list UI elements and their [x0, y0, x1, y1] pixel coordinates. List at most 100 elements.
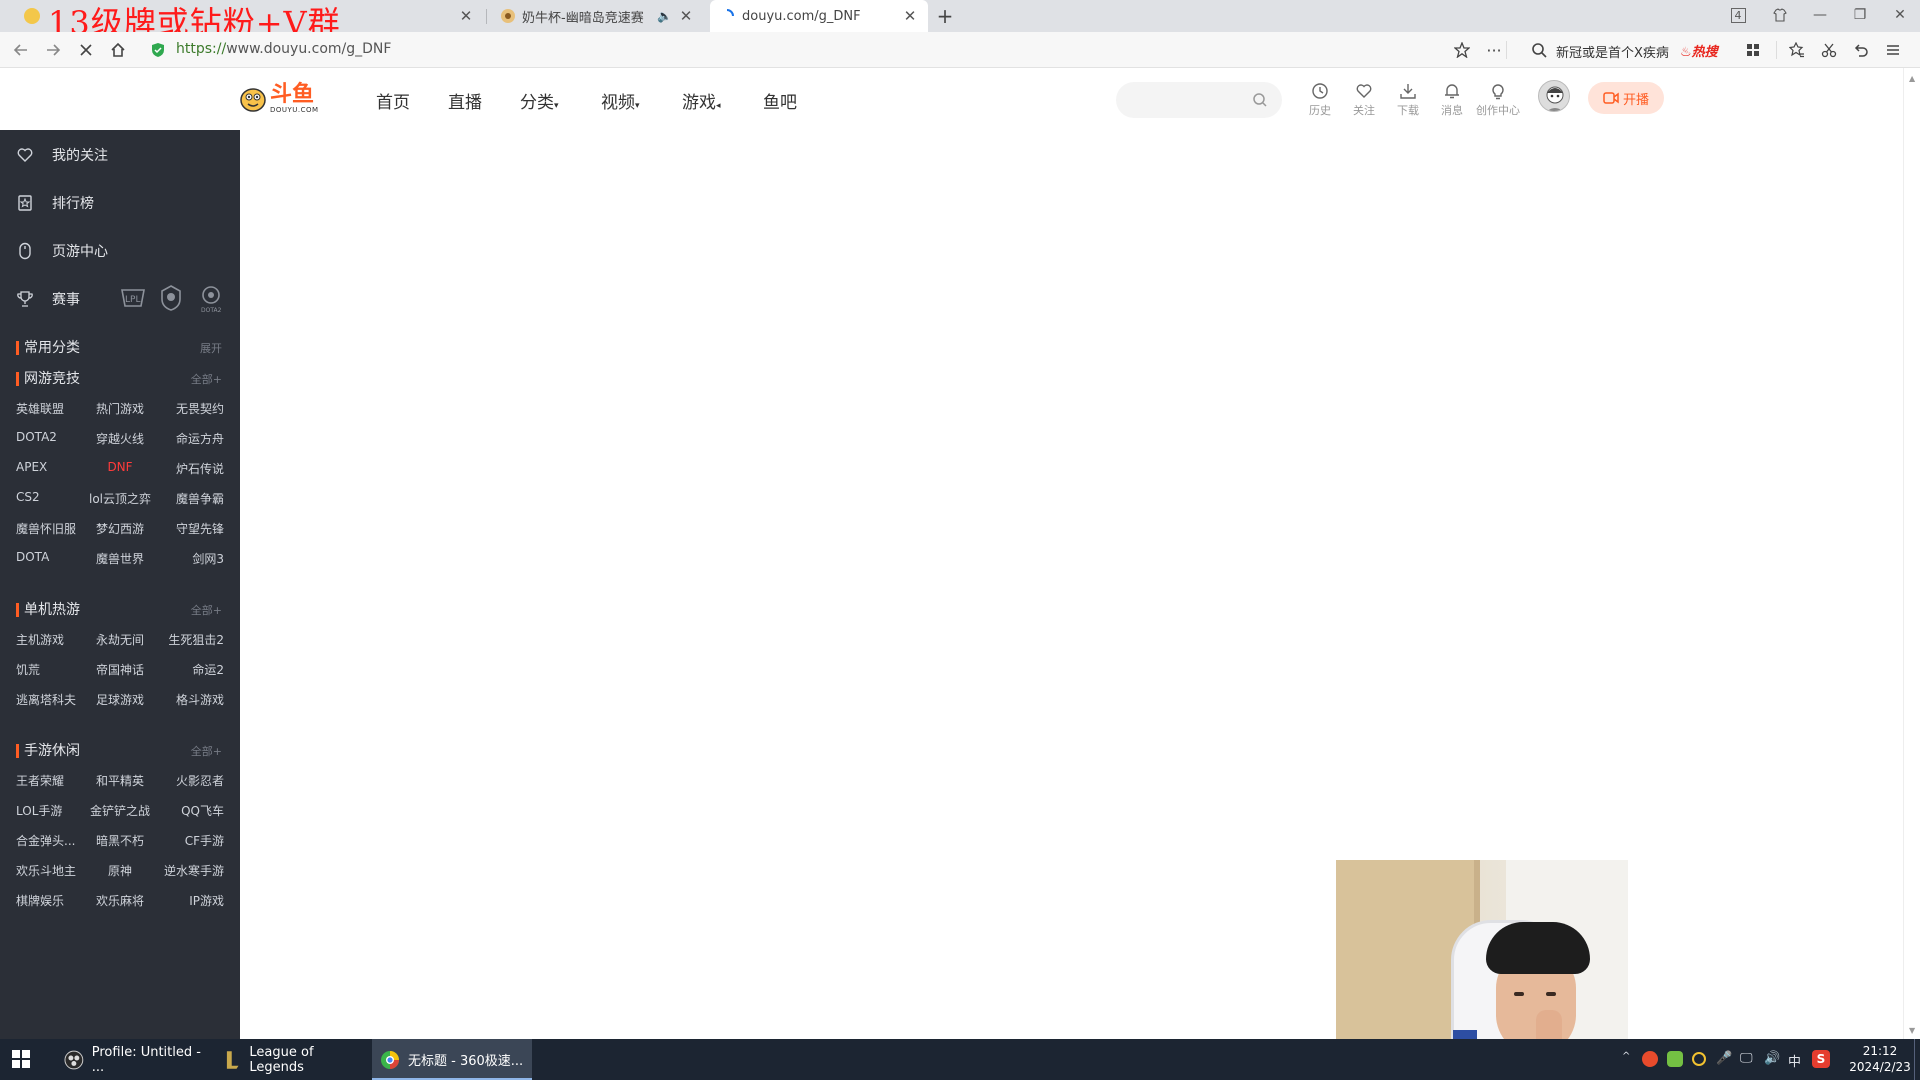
sidebar-item-label: 页游中心 [52, 244, 108, 260]
forward-button[interactable] [42, 39, 64, 61]
icon-label: 历史 [1309, 104, 1331, 117]
window-close-button[interactable]: ✕ [1886, 4, 1914, 26]
svg-text:DOTA2: DOTA2 [201, 307, 222, 313]
taskbar-item-360browser[interactable]: 无标题 - 360极速... [372, 1039, 532, 1080]
view-all-link[interactable]: 全部+ [191, 743, 222, 759]
new-tab-button[interactable]: + [934, 4, 956, 28]
browser-360-icon [381, 1050, 399, 1069]
tab-2[interactable]: 奶牛杯-幽暗岛竞速赛 🔈 ✕ [490, 0, 704, 32]
minimize-button[interactable]: — [1806, 4, 1834, 26]
close-icon[interactable]: ✕ [902, 7, 918, 25]
sidebar-item-label: 排行榜 [52, 196, 94, 212]
nav-games[interactable]: 游戏◂ [682, 88, 721, 113]
scissors-icon[interactable] [1818, 39, 1840, 61]
tray-app-icon[interactable] [1642, 1051, 1658, 1067]
close-icon[interactable]: ✕ [678, 7, 694, 25]
nav-yuba[interactable]: 鱼吧 [763, 88, 797, 113]
show-desktop-button[interactable] [1914, 1039, 1920, 1080]
category-link[interactable]: 守望先锋 [144, 520, 224, 537]
follow-button[interactable]: 关注 [1348, 82, 1380, 118]
microphone-icon[interactable]: 🎤 [1716, 1051, 1732, 1066]
secure-shield-icon[interactable] [147, 39, 169, 61]
message-button[interactable]: 消息 [1436, 82, 1468, 118]
favorites-icon[interactable] [1786, 39, 1808, 61]
category-link[interactable]: 剑网3 [144, 550, 224, 567]
person-eye [1546, 992, 1556, 996]
category-link[interactable]: 格斗游戏 [144, 691, 224, 708]
clock[interactable]: 21:12 2024/2/23 [1848, 1043, 1912, 1075]
tab-count: 4 [1730, 7, 1746, 23]
sidebar-item-ranking[interactable]: 排行榜 [0, 183, 240, 223]
hot-search-badge[interactable]: ♨热搜 [1680, 41, 1718, 60]
restore-button[interactable]: ❐ [1846, 4, 1874, 26]
ime-indicator[interactable]: 中 [1788, 1051, 1801, 1070]
category-link[interactable]: 逆水寒手游 [144, 862, 224, 879]
creator-center-button[interactable]: 创作中心 [1476, 82, 1520, 118]
nav-home[interactable]: 首页 [376, 88, 410, 113]
site-search-input[interactable] [1116, 82, 1282, 118]
more-icon[interactable]: ··· [1483, 39, 1505, 61]
tray-chevron-icon[interactable]: ^ [1622, 1051, 1630, 1062]
category-link[interactable]: QQ飞车 [144, 802, 224, 819]
category-link[interactable]: 炉石传说 [144, 460, 224, 477]
go-live-label: 开播 [1622, 92, 1649, 108]
category-link[interactable]: CF手游 [144, 832, 224, 849]
view-all-link[interactable]: 全部+ [191, 602, 222, 618]
section-title: 单机热游 [16, 603, 80, 617]
apps-grid-icon[interactable] [1742, 39, 1764, 61]
nav-video[interactable]: 视频▾ [601, 88, 640, 113]
dota2-league-icon[interactable]: DOTA2 [198, 285, 224, 313]
lpl-league-icon[interactable]: LPL [120, 286, 146, 310]
taskbar-item-lol[interactable]: League of Legends [216, 1039, 368, 1080]
category-link[interactable]: 命运2 [144, 661, 224, 678]
category-link[interactable]: 火影忍者 [144, 772, 224, 789]
sidebar-item-following[interactable]: 我的关注 [0, 135, 240, 175]
url-field[interactable]: https://www.douyu.com/g_DNF [176, 41, 391, 57]
undo-icon[interactable] [1850, 39, 1872, 61]
hot-search-text[interactable]: 新冠或是首个X疾病 [1556, 42, 1669, 61]
tab-3[interactable]: douyu.com/g_DNF ✕ [710, 0, 928, 32]
network-icon[interactable]: 🖵 [1740, 1051, 1753, 1066]
heart-icon [17, 148, 33, 162]
go-live-button[interactable]: 开播 [1588, 82, 1664, 114]
sidebar-item-webgame[interactable]: 页游中心 [0, 231, 240, 271]
windows-start-icon[interactable] [12, 1050, 30, 1068]
nav-live[interactable]: 直播 [448, 88, 482, 113]
taskbar-item-obs[interactable]: Profile: Untitled - ... [56, 1039, 216, 1080]
mouse-icon [19, 242, 31, 260]
category-link[interactable]: 魔兽争霸 [144, 490, 224, 507]
search-icon[interactable] [1252, 92, 1268, 108]
category-link[interactable]: 生死狙击2 [144, 631, 224, 648]
sogou-input-icon[interactable]: S [1812, 1050, 1830, 1068]
speaker-icon[interactable]: 🔈 [657, 9, 672, 23]
hot-label: 热搜 [1691, 45, 1718, 60]
caret-down-icon: ▾ [635, 101, 640, 111]
stop-button[interactable] [75, 39, 97, 61]
back-button[interactable] [10, 39, 32, 61]
nav-category[interactable]: 分类▾ [520, 88, 559, 113]
history-button[interactable]: 历史 [1304, 82, 1336, 118]
star-icon[interactable] [1451, 39, 1473, 61]
avatar[interactable] [1538, 80, 1570, 112]
view-all-link[interactable]: 全部+ [191, 371, 222, 387]
category-link[interactable]: IP游戏 [144, 892, 224, 909]
tray-gpu-icon[interactable] [1667, 1051, 1683, 1067]
close-icon[interactable]: ✕ [458, 7, 474, 25]
nav-label: 分类 [520, 93, 554, 113]
lol-league-icon[interactable] [160, 285, 182, 311]
tray-status-icon[interactable] [1692, 1052, 1706, 1066]
download-button[interactable]: 下载 [1392, 82, 1424, 118]
search-icon[interactable] [1528, 39, 1550, 61]
category-link[interactable]: 无畏契约 [144, 400, 224, 417]
douyu-logo[interactable]: 斗鱼 DOUYU.COM [238, 84, 319, 114]
volume-icon[interactable]: 🔊 [1764, 1051, 1780, 1066]
home-button[interactable] [107, 39, 129, 61]
shirt-icon[interactable] [1766, 4, 1794, 26]
category-link[interactable]: 命运方舟 [144, 430, 224, 447]
tab-count-badge[interactable]: 4 [1724, 4, 1752, 26]
url-host: www.douyu.com [226, 41, 342, 57]
page-scrollbar[interactable]: ▲ ▼ [1903, 68, 1920, 1039]
bell-icon [1445, 84, 1459, 99]
menu-icon[interactable] [1882, 39, 1904, 61]
expand-link[interactable]: 展开 [200, 340, 222, 356]
